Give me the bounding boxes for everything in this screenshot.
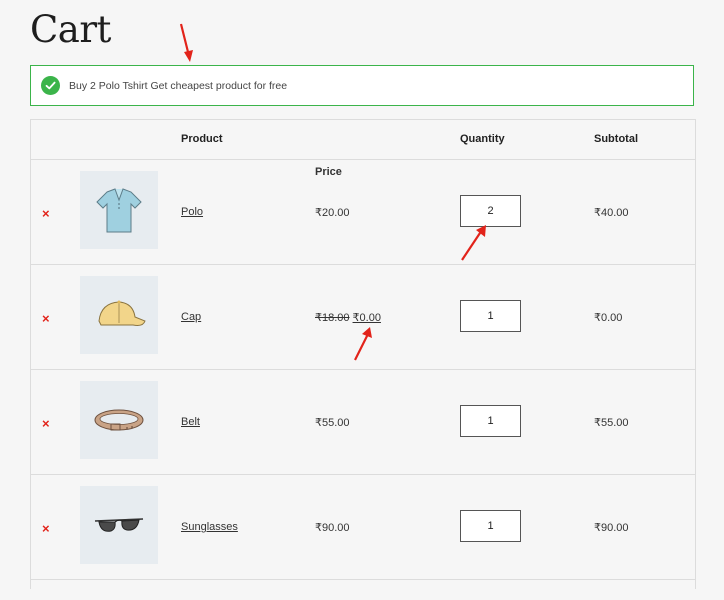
page-title: Cart xyxy=(30,8,111,51)
sunglasses-icon xyxy=(94,518,144,532)
remove-item-button[interactable]: × xyxy=(42,312,50,325)
header-subtotal: Subtotal xyxy=(594,133,638,145)
discounted-price: ₹0.00 xyxy=(352,312,381,324)
product-thumbnail[interactable] xyxy=(80,486,158,564)
product-link[interactable]: Cap xyxy=(181,311,201,323)
row-subtotal: ₹90.00 xyxy=(594,522,629,534)
table-row: × Sunglasses ₹90.00 1 ₹90.00 xyxy=(31,474,695,579)
product-thumbnail[interactable] xyxy=(80,276,158,354)
product-price: ₹20.00 xyxy=(315,206,350,219)
quantity-input[interactable]: 1 xyxy=(460,300,521,332)
current-price: ₹55.00 xyxy=(315,417,350,429)
notice-message: Buy 2 Polo Tshirt Get cheapest product f… xyxy=(69,79,288,92)
product-link[interactable]: Polo xyxy=(181,206,203,218)
cap-icon xyxy=(98,300,146,326)
check-icon xyxy=(41,76,60,95)
table-row-divider xyxy=(31,579,695,600)
product-link[interactable]: Belt xyxy=(181,416,200,428)
header-quantity: Quantity xyxy=(460,133,505,145)
table-row: × Polo ₹20.00 2 ₹40.00 xyxy=(31,159,695,264)
row-subtotal: ₹55.00 xyxy=(594,417,629,429)
row-subtotal: ₹0.00 xyxy=(594,312,623,324)
belt-icon xyxy=(94,409,144,431)
table-row: × Belt ₹55.00 1 ₹55.00 xyxy=(31,369,695,474)
quantity-input[interactable]: 2 xyxy=(460,195,521,227)
product-price: ₹90.00 xyxy=(315,521,350,534)
row-subtotal: ₹40.00 xyxy=(594,207,629,219)
product-price: ₹18.00 ₹0.00 xyxy=(315,311,381,324)
remove-item-button[interactable]: × xyxy=(42,207,50,220)
header-product: Product xyxy=(181,133,223,145)
table-row: × Cap ₹18.00 ₹0.00 1 ₹0.00 xyxy=(31,264,695,369)
product-price: ₹55.00 xyxy=(315,416,350,429)
table-header: Product Price Quantity Subtotal xyxy=(31,120,695,178)
cart-table: Product Price Quantity Subtotal × Polo ₹… xyxy=(30,119,696,589)
quantity-input[interactable]: 1 xyxy=(460,405,521,437)
quantity-input[interactable]: 1 xyxy=(460,510,521,542)
annotation-arrow-icon xyxy=(179,23,193,62)
product-link[interactable]: Sunglasses xyxy=(181,521,238,533)
current-price: ₹90.00 xyxy=(315,522,350,534)
polo-shirt-icon xyxy=(96,188,142,233)
product-thumbnail[interactable] xyxy=(80,381,158,459)
remove-item-button[interactable]: × xyxy=(42,417,50,430)
current-price: ₹20.00 xyxy=(315,207,350,219)
coupon-notice: Buy 2 Polo Tshirt Get cheapest product f… xyxy=(30,65,694,106)
product-thumbnail[interactable] xyxy=(80,171,158,249)
remove-item-button[interactable]: × xyxy=(42,522,50,535)
original-price: ₹18.00 xyxy=(315,312,350,324)
